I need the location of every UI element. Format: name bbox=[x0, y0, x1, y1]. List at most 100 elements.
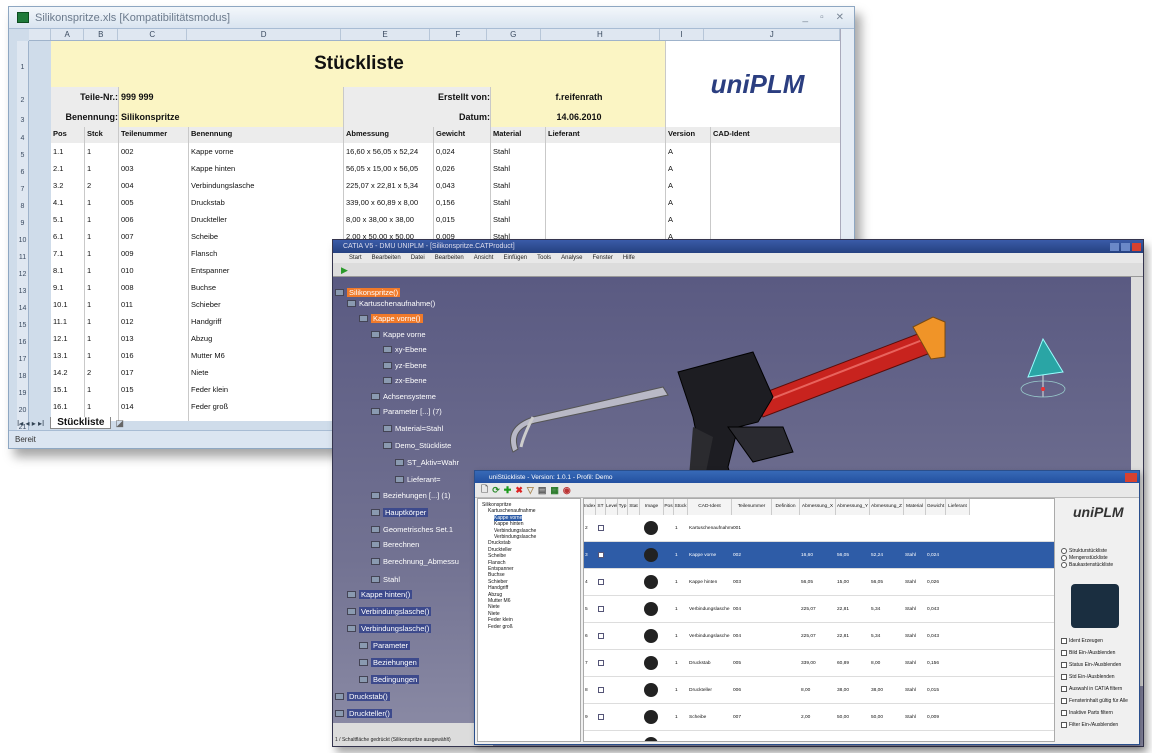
table-cell[interactable]: 002 bbox=[119, 143, 189, 160]
sheet-nav-arrows[interactable]: I◂ ◂ ▸ ▸I bbox=[17, 419, 44, 428]
table-cell[interactable]: 006 bbox=[119, 211, 189, 228]
tree-item[interactable]: Silikonspritze bbox=[482, 502, 511, 508]
menu-item[interactable]: Analyse bbox=[561, 255, 582, 261]
dialog-tree[interactable]: Silikonspritze Kartuschenaufnahme Kappe vo… bbox=[477, 498, 581, 742]
minimize-icon[interactable]: _ bbox=[803, 12, 809, 23]
table-cell[interactable]: 4.1 bbox=[51, 194, 85, 211]
excel-export-icon[interactable]: ▦ bbox=[550, 485, 559, 496]
table-cell[interactable] bbox=[711, 143, 848, 160]
table-header[interactable]: Index bbox=[584, 499, 596, 515]
option-checkbox[interactable]: Filter Ein-/Ausblenden bbox=[1061, 722, 1118, 728]
row-header[interactable]: 12 bbox=[17, 262, 29, 279]
table-header[interactable]: Teilenummer bbox=[732, 499, 772, 515]
row-header[interactable]: 7 bbox=[17, 177, 29, 194]
tree-node[interactable]: Berechnung_Abmessu bbox=[371, 557, 459, 566]
table-cell[interactable] bbox=[189, 415, 344, 421]
table-cell[interactable] bbox=[546, 211, 666, 228]
table-cell[interactable]: 11.1 bbox=[51, 313, 85, 330]
maximize-icon[interactable]: ▫ bbox=[820, 12, 824, 23]
table-cell[interactable]: 225,07 x 22,81 x 5,34 bbox=[344, 177, 434, 194]
option-checkbox[interactable]: Status Ein-/Ausblenden bbox=[1061, 662, 1121, 668]
refresh-icon[interactable]: ⟳ bbox=[492, 485, 500, 496]
tree-item[interactable]: Scheibe bbox=[488, 553, 506, 559]
tree-item[interactable]: Verbindungslasche bbox=[494, 528, 536, 534]
menu-item[interactable]: Fenster bbox=[593, 255, 613, 261]
checkbox[interactable] bbox=[1061, 650, 1067, 656]
table-header[interactable]: Abmessung_X bbox=[800, 499, 836, 515]
table-cell[interactable]: 1 bbox=[85, 381, 119, 398]
tree-item[interactable]: Abzug bbox=[488, 592, 502, 598]
table-cell[interactable]: 1 bbox=[85, 330, 119, 347]
table-header[interactable]: Image bbox=[640, 499, 664, 515]
column-header[interactable]: H bbox=[541, 29, 660, 40]
table-cell[interactable]: Niete bbox=[189, 364, 344, 381]
table-cell[interactable]: Abzug bbox=[189, 330, 344, 347]
table-header[interactable]: Abmessung_Z bbox=[870, 499, 904, 515]
tree-node[interactable]: Achsensysteme bbox=[371, 392, 436, 401]
table-cell[interactable]: Stahl bbox=[491, 177, 546, 194]
erstellt-value[interactable]: f.reifenrath bbox=[491, 87, 666, 107]
benennung-value[interactable]: Silikonspritze bbox=[119, 107, 344, 127]
table-cell[interactable]: Flansch bbox=[189, 245, 344, 262]
table-cell[interactable]: 2 bbox=[85, 177, 119, 194]
tree-node[interactable]: yz-Ebene bbox=[383, 361, 427, 370]
excel-titlebar[interactable]: Silikonspritze.xls [Kompatibilitätsmodus… bbox=[9, 7, 854, 29]
table-cell[interactable]: 011 bbox=[119, 296, 189, 313]
tree-item[interactable]: Kartuschenaufnahme bbox=[488, 508, 536, 514]
sheet-heading[interactable]: Stückliste bbox=[51, 41, 666, 87]
column-header[interactable]: J bbox=[704, 29, 841, 40]
menu-item[interactable]: Tools bbox=[537, 255, 551, 261]
table-row[interactable]: 101Flansch00927,6050,0050,00Plastik0,020 bbox=[584, 731, 1054, 741]
table-cell[interactable]: 1 bbox=[85, 194, 119, 211]
table-cell[interactable]: 0,015 bbox=[434, 211, 491, 228]
row-header[interactable]: 14 bbox=[17, 296, 29, 313]
table-cell[interactable]: 0,156 bbox=[434, 194, 491, 211]
row-header[interactable]: 5 bbox=[17, 143, 29, 160]
table-cell[interactable]: Feder groß bbox=[189, 398, 344, 415]
table-cell[interactable]: Stahl bbox=[491, 160, 546, 177]
erstellt-label[interactable]: Erstellt von: bbox=[344, 87, 491, 107]
table-cell[interactable]: Buchse bbox=[189, 279, 344, 296]
checkbox[interactable] bbox=[1061, 662, 1067, 668]
table-cell[interactable]: 7.1 bbox=[51, 245, 85, 262]
row-header[interactable]: 1 bbox=[17, 41, 29, 87]
table-cell[interactable]: 10.1 bbox=[51, 296, 85, 313]
table-row[interactable]: 6 1 Verbindungslasche 004 225,07 22,81 5,34 Sta… bbox=[584, 623, 1054, 650]
parts-table[interactable]: Index ST Level Typ Stat Image Pos Stück CAD-Iden… bbox=[583, 498, 1055, 742]
column-title[interactable]: Lieferant bbox=[546, 127, 666, 143]
column-title[interactable]: Pos bbox=[51, 127, 85, 143]
datum-value[interactable]: 14.06.2010 bbox=[491, 107, 666, 127]
new-sheet-icon[interactable]: ◪ bbox=[115, 418, 124, 429]
tree-item[interactable]: Feder groß bbox=[488, 624, 513, 630]
option-checkbox[interactable]: Auswahl in CATIA filtern bbox=[1061, 686, 1122, 692]
checkbox[interactable] bbox=[1061, 698, 1067, 704]
table-cell[interactable]: Kappe vorne bbox=[189, 143, 344, 160]
table-cell[interactable] bbox=[711, 211, 848, 228]
column-header[interactable]: I bbox=[660, 29, 705, 40]
table-cell[interactable]: Stahl bbox=[491, 194, 546, 211]
table-cell[interactable]: 1 bbox=[85, 398, 119, 415]
table-header[interactable]: Pos bbox=[664, 499, 674, 515]
table-cell[interactable]: 1.1 bbox=[51, 143, 85, 160]
column-title[interactable]: Material bbox=[491, 127, 546, 143]
radio-button[interactable] bbox=[1061, 548, 1067, 554]
row-checkbox[interactable] bbox=[598, 579, 604, 585]
table-header[interactable]: ST bbox=[596, 499, 606, 515]
compass-icon[interactable] bbox=[1020, 337, 1066, 398]
table-row[interactable]: 9 1 Scheibe 007 2,00 50,00 50,00 Stahl 0,009 bbox=[584, 704, 1054, 731]
menu-item[interactable]: Einfügen bbox=[503, 255, 527, 261]
table-cell[interactable]: 1 bbox=[85, 347, 119, 364]
column-header[interactable]: G bbox=[487, 29, 541, 40]
table-cell[interactable]: Druckteller bbox=[189, 211, 344, 228]
tree-node[interactable]: Material=Stahl bbox=[383, 424, 443, 433]
close-icon[interactable] bbox=[1125, 472, 1137, 482]
menu-item[interactable]: Bearbeiten bbox=[372, 255, 401, 261]
table-row[interactable]: 8 1 Druckteller 006 8,00 38,00 38,00 Stahl 0,015 bbox=[584, 677, 1054, 704]
radio-button[interactable] bbox=[1061, 562, 1067, 568]
tree-item[interactable]: Flansch bbox=[488, 560, 506, 566]
checkbox[interactable] bbox=[1061, 722, 1067, 728]
tree-node[interactable]: Kartuschenaufnahme() bbox=[347, 299, 435, 308]
table-cell[interactable]: 015 bbox=[119, 381, 189, 398]
table-cell[interactable]: 13.1 bbox=[51, 347, 85, 364]
row-header[interactable]: 20 bbox=[17, 398, 29, 415]
